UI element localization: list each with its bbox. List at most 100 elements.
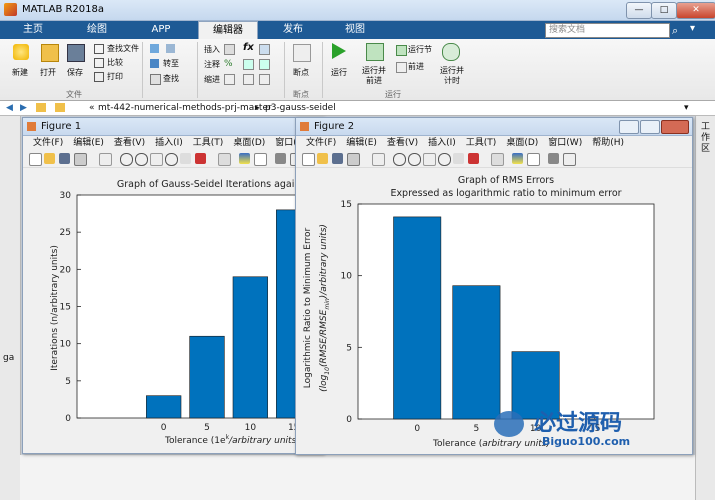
pan-icon[interactable] xyxy=(150,153,163,166)
figure-2-maximize-icon[interactable] xyxy=(640,120,660,134)
save-figure-icon[interactable] xyxy=(59,153,70,164)
tab-publish[interactable]: 发布 xyxy=(268,21,318,39)
iterations-bar-chart[interactable]: 0510152025300 5 10 15Graph of Gauss-Seidel … xyxy=(23,168,338,453)
run-time-button[interactable]: 运行并 计时 xyxy=(440,66,464,86)
fx-button[interactable]: fx xyxy=(243,42,254,53)
edit-plot-icon[interactable] xyxy=(372,153,385,166)
print-figure-icon[interactable] xyxy=(74,153,87,166)
open-icon[interactable] xyxy=(41,44,59,62)
menu-file[interactable]: 文件(F) xyxy=(306,138,336,148)
show-tools-icon[interactable] xyxy=(563,153,576,166)
indent-button[interactable]: 缩进 xyxy=(204,74,220,85)
run-advance-button[interactable]: 运行并 前进 xyxy=(362,66,386,86)
edit-plot-icon[interactable] xyxy=(99,153,112,166)
print-figure-icon[interactable] xyxy=(347,153,360,166)
minimize-button[interactable]: — xyxy=(626,2,652,19)
comment-button[interactable]: 注释 xyxy=(204,59,220,70)
compare-button[interactable]: 比较 xyxy=(107,57,123,68)
breakpoints-button[interactable]: 断点 xyxy=(293,67,309,78)
zoom-in-icon[interactable] xyxy=(120,153,133,166)
goto-nav-icon[interactable] xyxy=(150,59,159,68)
menu-insert[interactable]: 插入(I) xyxy=(155,138,183,148)
find-button[interactable]: 查找 xyxy=(163,73,179,84)
workspace-panel[interactable]: 工作区 xyxy=(695,116,715,500)
increase-indent-icon[interactable] xyxy=(243,74,254,85)
command-window[interactable] xyxy=(20,455,695,500)
menu-desktop[interactable]: 桌面(D) xyxy=(506,138,538,148)
quick-access-toolbar[interactable] xyxy=(420,24,530,36)
search-input[interactable]: 搜索文档 xyxy=(545,23,670,38)
open-file-icon[interactable] xyxy=(44,153,55,164)
menu-view[interactable]: 查看(V) xyxy=(114,138,145,148)
figure-2-close-icon[interactable] xyxy=(661,120,689,134)
menu-help[interactable]: 帮助(H) xyxy=(592,138,624,148)
colorbar-icon[interactable] xyxy=(239,153,250,164)
menu-window[interactable]: 窗口(W) xyxy=(548,138,582,148)
zoom-out-icon[interactable] xyxy=(135,153,148,166)
pan-icon[interactable] xyxy=(423,153,436,166)
save-button-label[interactable]: 保存 xyxy=(67,67,83,78)
forward-icon[interactable]: ▶ xyxy=(20,101,27,115)
uncomment-icon[interactable] xyxy=(259,59,270,70)
colorbar-icon[interactable] xyxy=(512,153,523,164)
close-button[interactable]: ✕ xyxy=(676,2,715,19)
legend-icon[interactable] xyxy=(254,153,267,166)
run-section-button[interactable]: 运行节 xyxy=(408,44,432,55)
menu-tools[interactable]: 工具(T) xyxy=(466,138,497,148)
breakpoints-icon[interactable] xyxy=(293,44,311,62)
brush-icon[interactable] xyxy=(468,153,479,164)
new-icon[interactable] xyxy=(13,44,29,60)
menu-tools[interactable]: 工具(T) xyxy=(193,138,224,148)
maximize-button[interactable]: □ xyxy=(651,2,677,19)
open-button-label[interactable]: 打开 xyxy=(40,67,56,78)
path-segment-2[interactable]: p3-gauss-seidel xyxy=(265,101,336,115)
browse-folder-icon[interactable] xyxy=(55,103,65,112)
zoom-in-icon[interactable] xyxy=(393,153,406,166)
save-figure-icon[interactable] xyxy=(332,153,343,164)
decrease-indent-icon[interactable] xyxy=(259,74,270,85)
tab-apps[interactable]: APP xyxy=(136,21,186,39)
run-section-icon[interactable] xyxy=(396,45,407,56)
up-folder-icon[interactable] xyxy=(36,103,46,112)
data-cursor-icon[interactable] xyxy=(180,153,191,164)
rotate-icon[interactable] xyxy=(438,153,451,166)
goto-icon-2[interactable] xyxy=(166,44,175,53)
menu-desktop[interactable]: 桌面(D) xyxy=(233,138,265,148)
link-icon[interactable] xyxy=(218,153,231,166)
open-file-icon[interactable] xyxy=(317,153,328,164)
goto-icon[interactable] xyxy=(150,44,159,53)
insert-section-icon[interactable] xyxy=(224,44,235,55)
wrap-comment-icon[interactable] xyxy=(243,59,254,70)
rotate-icon[interactable] xyxy=(165,153,178,166)
back-icon[interactable]: ◀ xyxy=(6,101,13,115)
hide-tools-icon[interactable] xyxy=(275,153,286,164)
new-figure-icon[interactable] xyxy=(29,153,42,166)
menu-edit[interactable]: 编辑(E) xyxy=(73,138,104,148)
zoom-out-icon[interactable] xyxy=(408,153,421,166)
hide-tools-icon[interactable] xyxy=(548,153,559,164)
path-dropdown-icon[interactable]: ▾ xyxy=(684,101,689,115)
insert-button[interactable]: 插入 xyxy=(204,44,220,55)
insert-extra-icon[interactable] xyxy=(259,44,270,55)
find-icon[interactable] xyxy=(150,74,161,85)
run-button[interactable]: 运行 xyxy=(331,67,347,78)
save-icon[interactable] xyxy=(67,44,85,62)
comment-icon[interactable]: % xyxy=(224,59,233,69)
data-cursor-icon[interactable] xyxy=(453,153,464,164)
new-figure-icon[interactable] xyxy=(302,153,315,166)
goto-button[interactable]: 转至 xyxy=(163,58,179,69)
advance-button[interactable]: 前进 xyxy=(408,61,424,72)
find-files-icon[interactable] xyxy=(94,44,104,54)
new-button-label[interactable]: 新建 xyxy=(12,67,28,78)
advance-icon[interactable] xyxy=(396,62,407,73)
indent-icon[interactable] xyxy=(224,74,235,85)
run-advance-icon[interactable] xyxy=(366,43,384,61)
tab-plots[interactable]: 绘图 xyxy=(72,21,122,39)
tab-editor[interactable]: 编辑器 xyxy=(198,21,258,39)
figure-2-minimize-icon[interactable] xyxy=(619,120,639,134)
compare-icon[interactable] xyxy=(94,58,104,68)
collapse-ribbon-icon[interactable]: ▾ xyxy=(690,23,695,34)
print-button[interactable]: 打印 xyxy=(107,71,123,82)
tab-view[interactable]: 视图 xyxy=(330,21,380,39)
figure-1-titlebar[interactable]: Figure 1 xyxy=(23,118,323,136)
